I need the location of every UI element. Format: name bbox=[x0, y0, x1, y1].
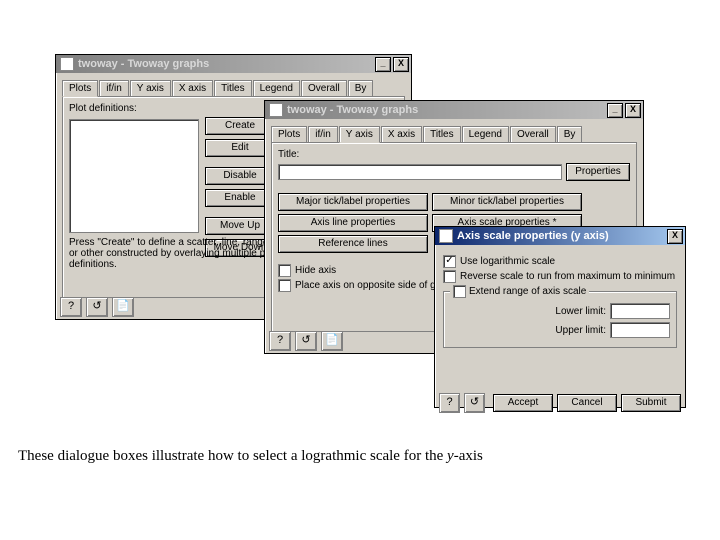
title-label: Title: bbox=[278, 149, 630, 160]
app-icon bbox=[439, 229, 453, 243]
log-scale-checkbox[interactable]: ✓ Use logarithmic scale bbox=[443, 255, 677, 268]
help-icon[interactable]: ? bbox=[439, 393, 460, 413]
tab-by[interactable]: By bbox=[348, 80, 374, 96]
reset-icon[interactable]: ↺ bbox=[295, 331, 317, 351]
reverse-scale-checkbox[interactable]: Reverse scale to run from maximum to min… bbox=[443, 270, 677, 283]
tab-xaxis[interactable]: X axis bbox=[172, 80, 213, 96]
minimize-button[interactable]: _ bbox=[607, 103, 623, 118]
reference-lines-button[interactable]: Reference lines bbox=[278, 235, 428, 253]
tab-ifin[interactable]: if/in bbox=[308, 126, 338, 142]
axis-line-button[interactable]: Axis line properties bbox=[278, 214, 428, 232]
help-icon[interactable]: ? bbox=[60, 297, 82, 317]
close-button[interactable]: X bbox=[667, 229, 683, 244]
dlg3-titlebar[interactable]: Axis scale properties (y axis) X bbox=[435, 227, 685, 245]
opposite-side-label: Place axis on opposite side of graph bbox=[295, 280, 456, 291]
submit-button[interactable]: Submit bbox=[621, 394, 681, 412]
tab-yaxis[interactable]: Y axis bbox=[130, 80, 171, 96]
copy-icon[interactable]: 📄 bbox=[321, 331, 343, 351]
cancel-button[interactable]: Cancel bbox=[557, 394, 617, 412]
accept-button[interactable]: Accept bbox=[493, 394, 553, 412]
minor-tick-button[interactable]: Minor tick/label properties bbox=[432, 193, 582, 211]
caption-post: -axis bbox=[454, 448, 483, 464]
reset-icon[interactable]: ↺ bbox=[86, 297, 108, 317]
checkbox-icon bbox=[278, 264, 291, 277]
tab-overall[interactable]: Overall bbox=[510, 126, 556, 142]
major-tick-button[interactable]: Major tick/label properties bbox=[278, 193, 428, 211]
dlg2-titlebar[interactable]: twoway - Twoway graphs _ X bbox=[265, 101, 643, 119]
reset-icon[interactable]: ↺ bbox=[464, 393, 485, 413]
extend-range-label: Extend range of axis scale bbox=[469, 286, 586, 297]
help-icon[interactable]: ? bbox=[269, 331, 291, 351]
upper-limit-label: Upper limit: bbox=[555, 325, 606, 336]
close-button[interactable]: X bbox=[625, 103, 641, 118]
dlg3-title: Axis scale properties (y axis) bbox=[457, 230, 667, 242]
tab-legend[interactable]: Legend bbox=[462, 126, 509, 142]
app-icon bbox=[269, 103, 283, 117]
log-scale-label: Use logarithmic scale bbox=[460, 256, 555, 267]
copy-icon[interactable]: 📄 bbox=[112, 297, 134, 317]
checkbox-icon bbox=[443, 270, 456, 283]
title-input[interactable] bbox=[278, 164, 562, 180]
tab-plots[interactable]: Plots bbox=[62, 80, 98, 97]
reverse-scale-label: Reverse scale to run from maximum to min… bbox=[460, 271, 675, 282]
tab-by[interactable]: By bbox=[557, 126, 583, 142]
checkbox-icon[interactable] bbox=[453, 285, 466, 298]
upper-limit-input[interactable] bbox=[610, 322, 670, 338]
checkbox-checked-icon: ✓ bbox=[443, 255, 456, 268]
dlg2-title: twoway - Twoway graphs bbox=[287, 104, 607, 116]
tab-yaxis[interactable]: Y axis bbox=[339, 126, 380, 143]
tab-titles[interactable]: Titles bbox=[423, 126, 461, 142]
tab-overall[interactable]: Overall bbox=[301, 80, 347, 96]
dlg1-titlebar[interactable]: twoway - Twoway graphs _ X bbox=[56, 55, 411, 73]
dlg1-title: twoway - Twoway graphs bbox=[78, 58, 375, 70]
caption-ital: y bbox=[447, 448, 454, 464]
caption: These dialogue boxes illustrate how to s… bbox=[18, 448, 483, 465]
tab-titles[interactable]: Titles bbox=[214, 80, 252, 96]
app-icon bbox=[60, 57, 74, 71]
hide-axis-label: Hide axis bbox=[295, 265, 336, 276]
plot-definitions-list[interactable] bbox=[69, 119, 199, 233]
tab-plots[interactable]: Plots bbox=[271, 126, 307, 142]
caption-pre: These dialogue boxes illustrate how to s… bbox=[18, 448, 447, 464]
close-button[interactable]: X bbox=[393, 57, 409, 72]
checkbox-icon bbox=[278, 279, 291, 292]
minimize-button[interactable]: _ bbox=[375, 57, 391, 72]
properties-button[interactable]: Properties bbox=[566, 163, 630, 181]
lower-limit-label: Lower limit: bbox=[555, 306, 606, 317]
lower-limit-input[interactable] bbox=[610, 303, 670, 319]
tab-ifin[interactable]: if/in bbox=[99, 80, 129, 96]
hint-text: Press "Create" to define a scatter, line… bbox=[69, 237, 279, 270]
tab-xaxis[interactable]: X axis bbox=[381, 126, 422, 142]
extend-range-group: Extend range of axis scale Lower limit: … bbox=[443, 291, 677, 348]
tab-legend[interactable]: Legend bbox=[253, 80, 300, 96]
